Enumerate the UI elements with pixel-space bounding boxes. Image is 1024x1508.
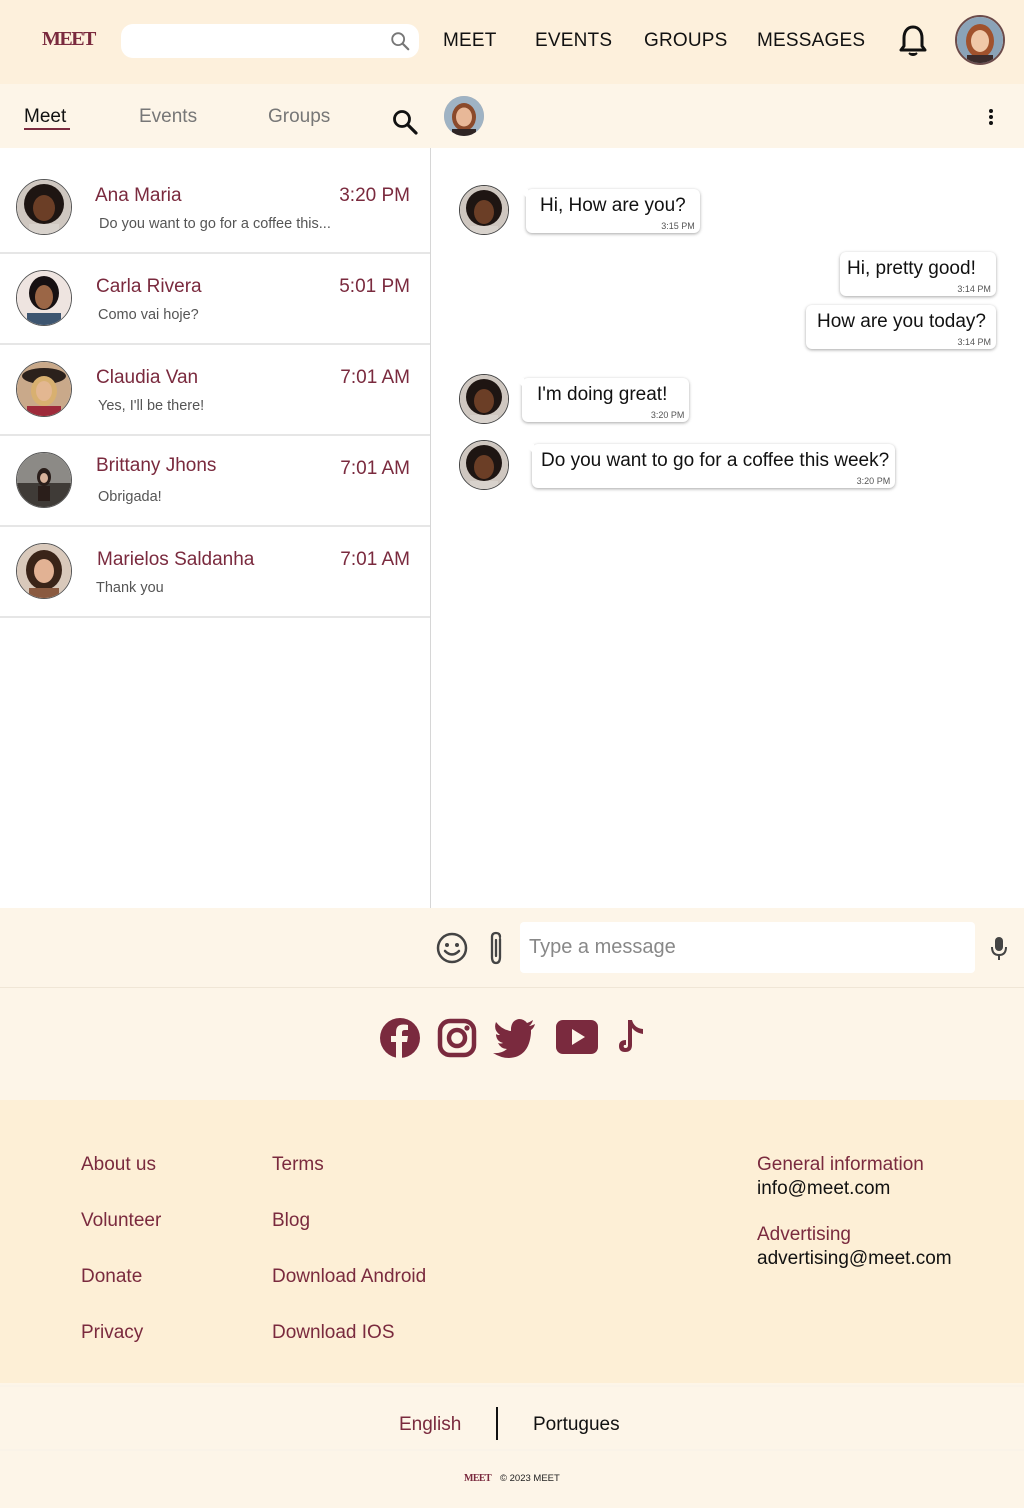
avatar [16,543,72,599]
sender-avatar [459,440,509,490]
more-options-icon[interactable] [986,108,996,133]
footer-link-privacy[interactable]: Privacy [81,1322,143,1344]
notification-bell-icon[interactable] [897,24,929,63]
attach-icon[interactable] [485,930,507,971]
top-header: MEET MEET EVENTS GROUPS MESSAGES [0,0,1024,84]
copyright-text: © 2023 MEET [500,1473,560,1484]
message-bubble: Hi, How are you? 3:15 PM [518,189,700,233]
contact-name: Brittany Jhons [96,455,217,476]
language-divider [496,1407,498,1440]
conversation-item[interactable]: Ana Maria 3:20 PM Do you want to go for … [0,163,430,254]
chat-contact-avatar[interactable] [444,96,484,136]
contact-name: Marielos Saldanha [97,549,255,570]
active-tab-indicator [24,128,70,130]
tab-meet[interactable]: Meet [24,106,66,128]
facebook-icon[interactable] [380,1018,420,1063]
message-bubble: How are you today? 3:14 PM [806,305,996,349]
message-composer [0,908,1024,988]
conversation-preview: Obrigada! [98,489,162,505]
copyright-bar: MEET © 2023 MEET [0,1452,1024,1508]
message-bubble: Do you want to go for a coffee this week… [523,444,896,488]
message-time: 3:15 PM [661,221,695,231]
language-portuguese[interactable]: Portugues [533,1414,620,1436]
contact-name: Claudia Van [96,367,199,388]
nav-events[interactable]: EVENTS [535,30,612,52]
contact-heading: Advertising [757,1224,851,1245]
footer-link-download-ios[interactable]: Download IOS [272,1322,395,1344]
message-time: 3:14 PM [957,284,991,294]
conversation-item[interactable]: Marielos Saldanha 7:01 AM Thank you [0,527,430,618]
nav-groups[interactable]: GROUPS [644,30,728,52]
conversation-item[interactable]: Brittany Jhons 7:01 AM Obrigada! [0,436,430,527]
avatar [16,179,72,235]
message-bubble: I'm doing great! 3:20 PM [513,378,690,422]
message-input[interactable] [520,922,975,973]
tiktok-icon[interactable] [615,1018,647,1063]
footer-logo: MEET [464,1473,492,1484]
message-time: 3:14 PM [957,337,991,347]
instagram-icon[interactable] [437,1018,477,1063]
footer-link-blog[interactable]: Blog [272,1210,310,1232]
nav-meet[interactable]: MEET [443,30,497,52]
conversation-item[interactable]: Claudia Van 7:01 AM Yes, I'll be there! [0,345,430,436]
contact-name: Carla Rivera [96,276,202,297]
message-text: I'm doing great! [537,384,668,405]
conversation-time: 3:20 PM [339,185,410,206]
user-avatar[interactable] [955,15,1005,65]
panel-divider [430,148,431,908]
conversation-item[interactable]: Carla Rivera 5:01 PM Como vai hoje? [0,254,430,345]
footer: About us Volunteer Donate Privacy Terms … [0,1100,1024,1383]
search-icon[interactable] [391,108,419,141]
sender-avatar [459,374,509,424]
header-search-input[interactable] [121,24,381,58]
contact-heading: General information [757,1154,924,1175]
message-bubble: Hi, pretty good! 3:14 PM [840,252,996,296]
language-english[interactable]: English [399,1414,461,1436]
footer-link-volunteer[interactable]: Volunteer [81,1210,161,1232]
social-links [0,988,1024,1088]
footer-link-terms[interactable]: Terms [272,1154,324,1176]
emoji-icon[interactable] [435,931,469,970]
contact-name: Ana Maria [95,185,182,206]
conversation-preview: Yes, I'll be there! [98,398,205,414]
youtube-icon[interactable] [555,1018,599,1061]
message-text: Hi, pretty good! [847,258,976,279]
twitter-icon[interactable] [493,1018,537,1063]
search-icon[interactable] [389,30,411,57]
microphone-icon[interactable] [990,935,1008,966]
language-switcher: English Portugues [0,1385,1024,1451]
sender-avatar [459,185,509,235]
conversation-time: 7:01 AM [340,549,410,570]
tab-events[interactable]: Events [139,106,197,128]
conversation-time: 5:01 PM [339,276,410,297]
message-text: How are you today? [817,311,986,332]
header-search[interactable] [121,24,419,58]
tab-groups[interactable]: Groups [268,106,330,128]
avatar [16,452,72,508]
avatar [16,270,72,326]
brand-logo[interactable]: MEET [42,28,96,51]
message-time: 3:20 PM [856,476,891,486]
message-time: 3:20 PM [650,410,685,420]
contact-email[interactable]: info@meet.com [757,1178,890,1200]
conversation-time: 7:01 AM [340,367,410,388]
footer-link-about[interactable]: About us [81,1154,156,1176]
conversation-preview: Do you want to go for a coffee this... [99,216,331,232]
chat-subbar: Meet Events Groups [0,84,1024,148]
message-text: Hi, How are you? [540,195,686,216]
conversation-preview: Thank you [96,580,164,596]
footer-link-download-android[interactable]: Download Android [272,1266,426,1288]
avatar [16,361,72,417]
conversation-time: 7:01 AM [340,458,410,479]
conversation-preview: Como vai hoje? [98,307,199,323]
message-text: Do you want to go for a coffee this week… [541,450,890,471]
footer-link-donate[interactable]: Donate [81,1266,142,1288]
nav-messages[interactable]: MESSAGES [757,30,865,52]
contact-email[interactable]: advertising@meet.com [757,1248,952,1270]
